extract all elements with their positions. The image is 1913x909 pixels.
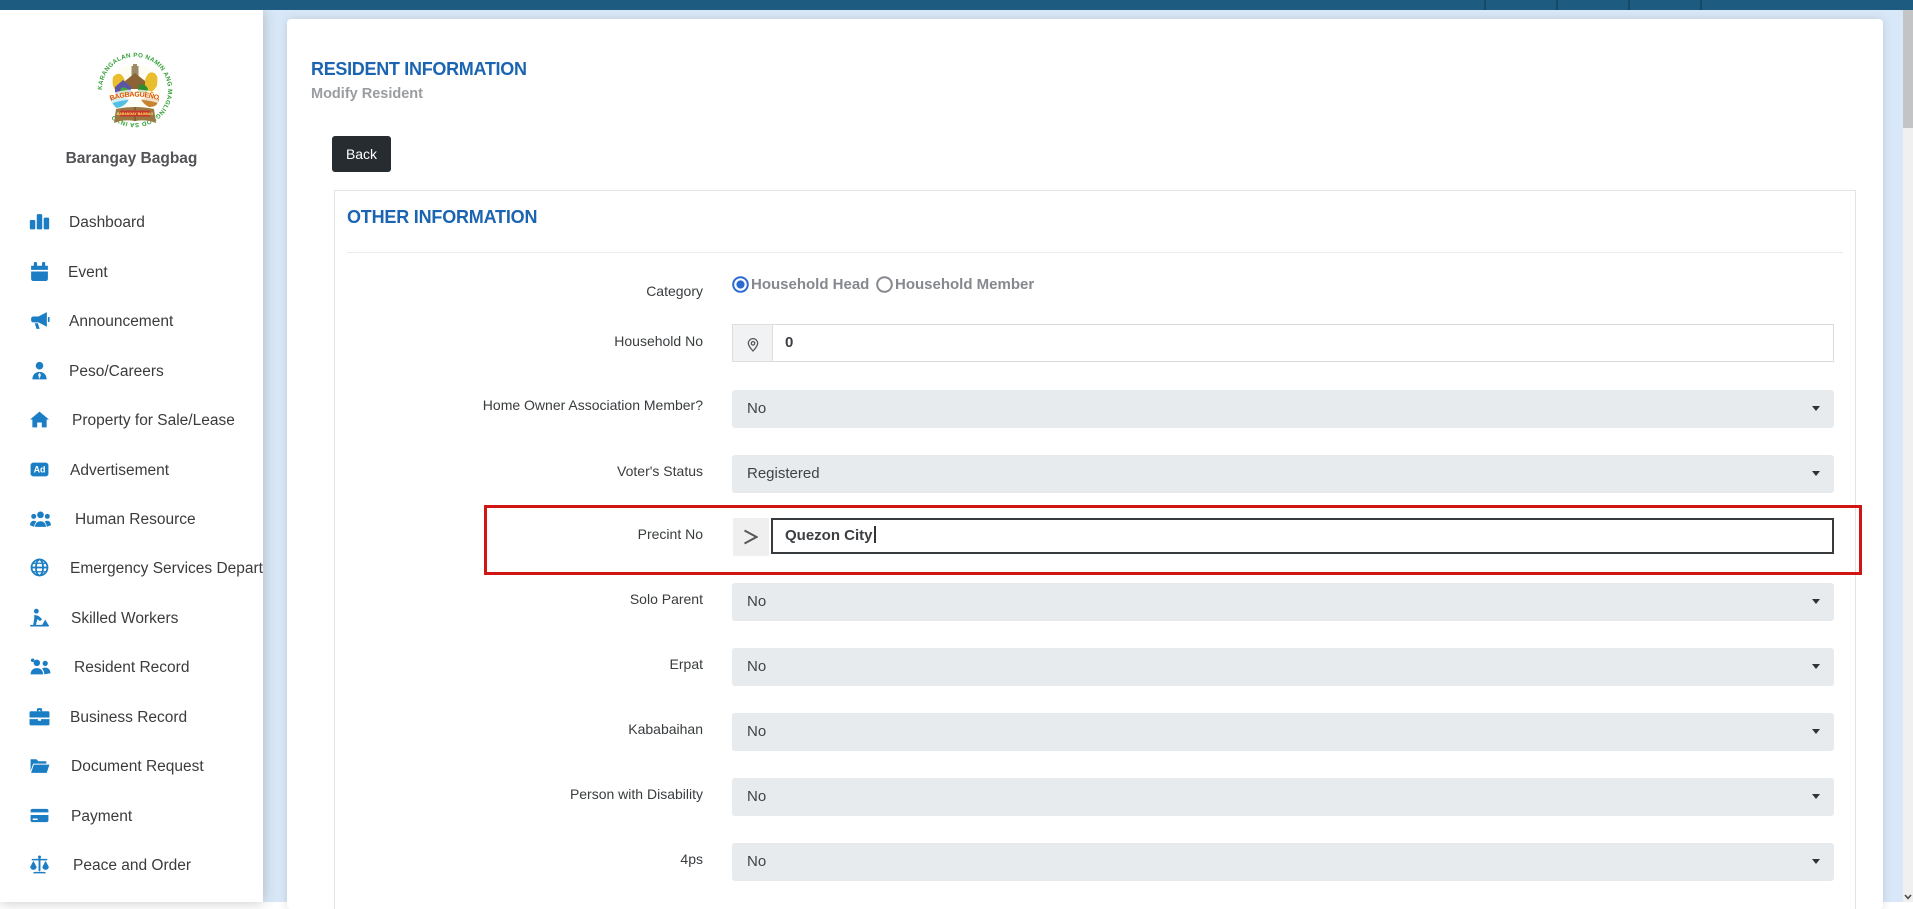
svg-text:BARANGAY BAGBAG: BARANGAY BAGBAG [117, 112, 154, 116]
svg-text:Ad: Ad [34, 465, 46, 475]
